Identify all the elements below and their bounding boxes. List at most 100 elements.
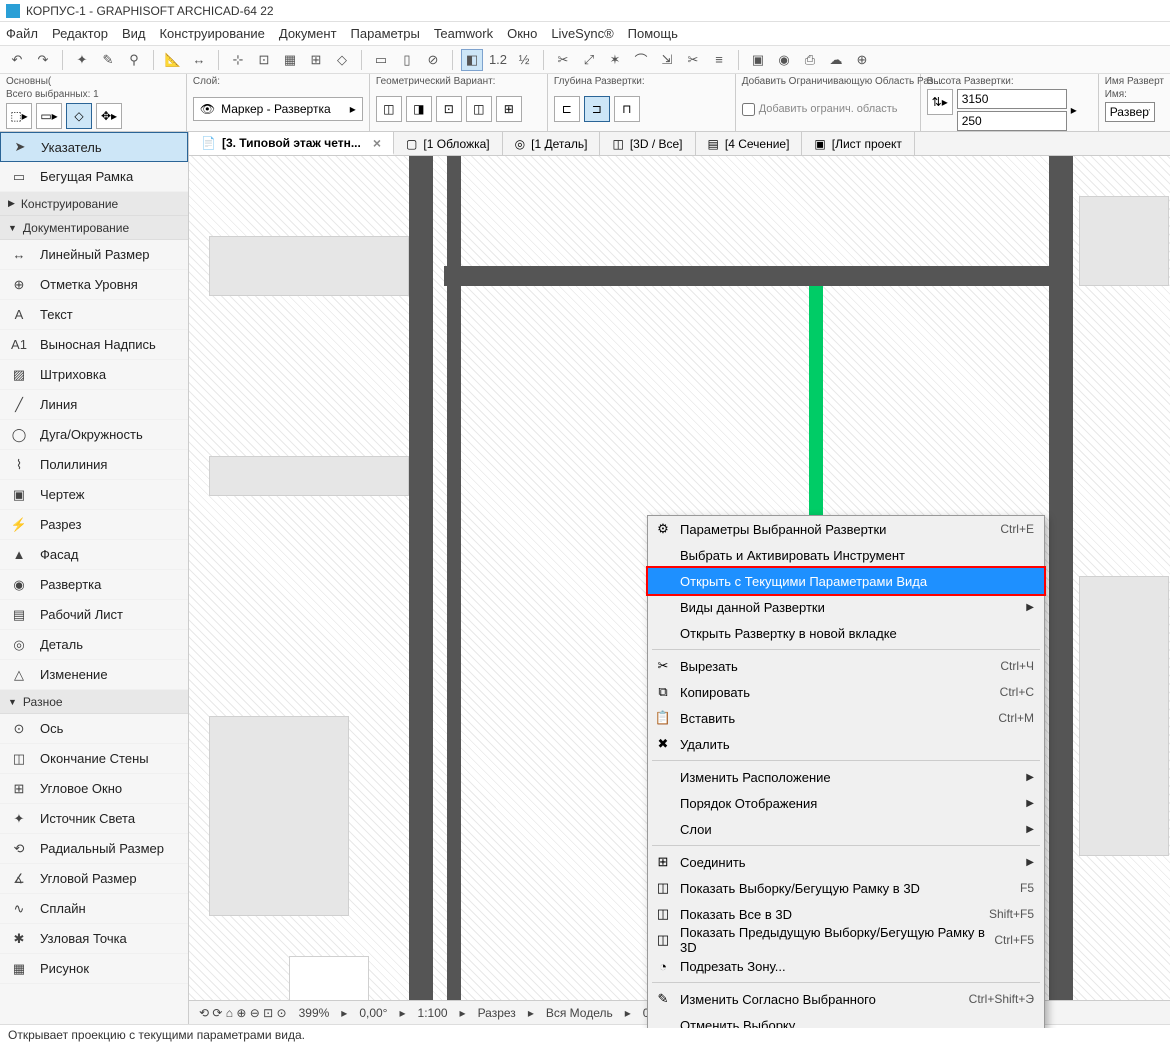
- redo-icon[interactable]: ↷: [32, 49, 54, 71]
- publish-icon[interactable]: ⎙: [799, 49, 821, 71]
- tab-3d[interactable]: ◫[3D / Все]: [600, 132, 695, 155]
- geom-opt3[interactable]: ⊡: [436, 96, 462, 122]
- menu-window[interactable]: Окно: [507, 26, 537, 41]
- menu-livesync[interactable]: LiveSync®: [551, 26, 613, 41]
- ctx-item[interactable]: Слои▶: [648, 816, 1044, 842]
- depth-opt2[interactable]: ⊐: [584, 96, 610, 122]
- ctx-item[interactable]: ⚙Параметры Выбранной РазверткиCtrl+E: [648, 516, 1044, 542]
- align-icon[interactable]: ≡: [708, 49, 730, 71]
- tool-polyline[interactable]: ⌇Полилиния: [0, 450, 188, 480]
- tool-pointer[interactable]: ➤Указатель: [0, 132, 188, 162]
- drawing-canvas[interactable]: ⚙Параметры Выбранной РазверткиCtrl+EВыбр…: [189, 156, 1170, 1028]
- tool-line[interactable]: ╱Линия: [0, 390, 188, 420]
- nav-btns[interactable]: ⟲ ⟳ ⌂ ⊕ ⊖ ⊡ ⊙: [199, 1006, 287, 1020]
- tab-layout[interactable]: ▣[Лист проект: [802, 132, 915, 155]
- angle-value[interactable]: 0,00°: [359, 1006, 387, 1020]
- height-mode-btn[interactable]: ⇅▸: [927, 89, 953, 115]
- ctx-item[interactable]: ◫Показать Выборку/Бегущую Рамку в 3DF5: [648, 875, 1044, 901]
- grid-icon[interactable]: ▦: [279, 49, 301, 71]
- render-icon[interactable]: ◉: [773, 49, 795, 71]
- cat-construction[interactable]: ▶Конструирование: [0, 192, 188, 216]
- depth-opt1[interactable]: ⊏: [554, 96, 580, 122]
- suspend-icon[interactable]: ⊘: [422, 49, 444, 71]
- tool-spline[interactable]: ∿Сплайн: [0, 894, 188, 924]
- ctx-item[interactable]: Изменить Расположение▶: [648, 764, 1044, 790]
- tool-section[interactable]: ⚡Разрез: [0, 510, 188, 540]
- ctx-item[interactable]: ✖Удалить: [648, 731, 1044, 757]
- tool-wall-end[interactable]: ◫Окончание Стены: [0, 744, 188, 774]
- ctx-item[interactable]: ◔Подрезать Зону...: [648, 953, 1044, 979]
- tool-marquee[interactable]: ▭Бегущая Рамка: [0, 162, 188, 192]
- geom-opt4[interactable]: ◫: [466, 96, 492, 122]
- ctx-item[interactable]: ◫Показать Все в 3DShift+F5: [648, 901, 1044, 927]
- name-input[interactable]: [1105, 102, 1155, 122]
- group-icon[interactable]: ▭: [370, 49, 392, 71]
- sel-mode2-btn[interactable]: ◇: [66, 103, 92, 129]
- guide-icon[interactable]: ⊹: [227, 49, 249, 71]
- split-icon[interactable]: ✂: [682, 49, 704, 71]
- tab-close-icon[interactable]: ×: [373, 135, 381, 151]
- trace-icon[interactable]: ◧: [461, 49, 483, 71]
- sel-mode1-btn[interactable]: ▭▸: [36, 103, 62, 129]
- sel-default-btn[interactable]: ⬚▸: [6, 103, 32, 129]
- tool-linear-dim[interactable]: ↔Линейный Размер: [0, 240, 188, 270]
- ctx-item[interactable]: Виды данной Развертки▶: [648, 594, 1044, 620]
- adjust-icon[interactable]: ⤢: [578, 49, 600, 71]
- zoom-value[interactable]: 399%: [299, 1006, 330, 1020]
- tool-hotspot[interactable]: ✱Узловая Точка: [0, 924, 188, 954]
- tool-corner-window[interactable]: ⊞Угловое Окно: [0, 774, 188, 804]
- tool-level-dim[interactable]: ⊕Отметка Уровня: [0, 270, 188, 300]
- lock-icon[interactable]: ◇: [331, 49, 353, 71]
- tool-change[interactable]: △Изменение: [0, 660, 188, 690]
- ctx-item[interactable]: Выбрать и Активировать Инструмент: [648, 542, 1044, 568]
- ctx-item[interactable]: ⊞Соединить▶: [648, 849, 1044, 875]
- height-bot-input[interactable]: [957, 111, 1067, 131]
- model-name[interactable]: Вся Модель: [546, 1006, 613, 1020]
- ctx-item[interactable]: Открыть Развертку в новой вкладке: [648, 620, 1044, 646]
- tool-text[interactable]: AТекст: [0, 300, 188, 330]
- tab-cover[interactable]: ▢[1 Обложка]: [394, 132, 503, 155]
- ctx-item[interactable]: 📋ВставитьCtrl+М: [648, 705, 1044, 731]
- scale-value[interactable]: 1:100: [418, 1006, 448, 1020]
- menu-document[interactable]: Документ: [279, 26, 337, 41]
- ctx-item[interactable]: ✂ВырезатьCtrl+Ч: [648, 653, 1044, 679]
- cat-misc[interactable]: ▼Разное: [0, 690, 188, 714]
- snap-icon[interactable]: ⊡: [253, 49, 275, 71]
- view-name[interactable]: Разрез: [478, 1006, 516, 1020]
- intersect-icon[interactable]: ✶: [604, 49, 626, 71]
- menu-teamwork[interactable]: Teamwork: [434, 26, 493, 41]
- fillet-icon[interactable]: ⌒: [630, 49, 652, 71]
- pick-icon[interactable]: ✦: [71, 49, 93, 71]
- cut-icon[interactable]: ✂: [552, 49, 574, 71]
- ctx-item[interactable]: Порядок Отображения▶: [648, 790, 1044, 816]
- cat-documentation[interactable]: ▼Документирование: [0, 216, 188, 240]
- tool-radial-dim[interactable]: ⟲Радиальный Размер: [0, 834, 188, 864]
- menu-file[interactable]: Файл: [6, 26, 38, 41]
- tab-section[interactable]: ▤[4 Сечение]: [696, 132, 803, 155]
- menu-view[interactable]: Вид: [122, 26, 146, 41]
- cloud-icon[interactable]: ⊕: [851, 49, 873, 71]
- snap2-icon[interactable]: ⊞: [305, 49, 327, 71]
- show3d-icon[interactable]: ▣: [747, 49, 769, 71]
- tool-label[interactable]: A1Выносная Надпись: [0, 330, 188, 360]
- tool-worksheet[interactable]: ▤Рабочий Лист: [0, 600, 188, 630]
- menu-design[interactable]: Конструирование: [159, 26, 264, 41]
- sel-move-btn[interactable]: ✥▸: [96, 103, 122, 129]
- geom-opt2[interactable]: ◨: [406, 96, 432, 122]
- measure-icon[interactable]: ↔: [188, 49, 210, 71]
- menu-editor[interactable]: Редактор: [52, 26, 108, 41]
- menu-help[interactable]: Помощь: [628, 26, 678, 41]
- dropper-icon[interactable]: ✎: [97, 49, 119, 71]
- dim-icon[interactable]: 1.2: [487, 49, 509, 71]
- tool-interior-elev[interactable]: ◉Развертка: [0, 570, 188, 600]
- tool-axis[interactable]: ⊙Ось: [0, 714, 188, 744]
- tool-fill[interactable]: ▨Штриховка: [0, 360, 188, 390]
- ctx-item[interactable]: Отменить Выборку: [648, 1012, 1044, 1028]
- tool-angle-dim[interactable]: ∡Угловой Размер: [0, 864, 188, 894]
- ctx-item[interactable]: ⧉КопироватьCtrl+C: [648, 679, 1044, 705]
- ruler-icon[interactable]: 📐: [162, 49, 184, 71]
- wand-icon[interactable]: ⚲: [123, 49, 145, 71]
- menu-options[interactable]: Параметры: [351, 26, 420, 41]
- geom-opt5[interactable]: ⊞: [496, 96, 522, 122]
- depth-opt3[interactable]: ⊓: [614, 96, 640, 122]
